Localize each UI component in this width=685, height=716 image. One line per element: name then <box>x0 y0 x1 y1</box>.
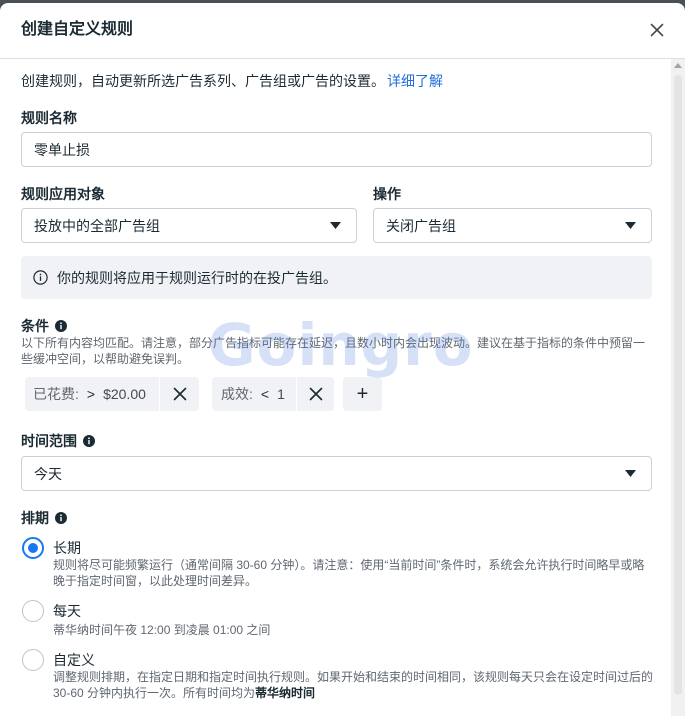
condition-metric: 已花费: <box>33 386 79 402</box>
condition-chip[interactable]: 已花费: > $20.00 <box>25 377 159 411</box>
apply-notice: 你的规则将应用于规则运行时的在投广告组。 <box>21 256 652 299</box>
info-outline-icon <box>33 270 48 285</box>
scrollbar-thumb[interactable] <box>674 75 682 695</box>
conditions-label: 条件 <box>21 317 67 335</box>
learn-more-link[interactable]: 详细了解 <box>387 73 443 89</box>
scroll-up-arrow-icon[interactable] <box>674 63 682 68</box>
schedule-option-daily-description: 蒂华纳时间午夜 12:00 到凌晨 01:00 之间 <box>53 623 271 637</box>
condition-metric: 成效: <box>221 386 253 402</box>
time-range-select[interactable]: 今天 <box>21 456 652 491</box>
schedule-label: 排期 <box>21 509 67 527</box>
info-icon[interactable] <box>55 320 67 332</box>
custom-description-timezone: 蒂华纳时间 <box>255 686 316 700</box>
condition-value: 1 <box>277 386 285 402</box>
intro-description: 创建规则，自动更新所选广告系列、广告组或广告的设置。 <box>21 73 385 89</box>
info-icon[interactable] <box>55 512 67 524</box>
create-rule-dialog: 创建自定义规则 创建规则，自动更新所选广告系列、广告组或广告的设置。 详细了解 规… <box>0 3 685 716</box>
schedule-label-text: 排期 <box>21 510 49 526</box>
action-label: 操作 <box>373 186 401 202</box>
scrollbar[interactable] <box>671 59 685 716</box>
add-condition-button[interactable]: + <box>343 377 382 411</box>
schedule-option-custom-title[interactable]: 自定义 <box>53 651 95 669</box>
rule-name-label: 规则名称 <box>21 110 77 126</box>
close-button[interactable] <box>645 18 669 42</box>
close-icon <box>173 387 186 401</box>
caret-down-icon <box>625 470 636 477</box>
apply-notice-text: 你的规则将应用于规则运行时的在投广告组。 <box>57 269 337 286</box>
remove-condition-button[interactable] <box>160 377 199 411</box>
condition-operator: < <box>260 386 270 402</box>
close-icon <box>309 387 322 401</box>
condition-value: $20.00 <box>103 386 146 402</box>
dialog-header: 创建自定义规则 <box>0 3 685 59</box>
time-range-label: 时间范围 <box>21 432 95 450</box>
rule-name-input[interactable] <box>21 132 652 167</box>
close-icon <box>650 23 664 37</box>
schedule-option-custom-radio[interactable] <box>22 649 44 671</box>
conditions-description: 以下所有内容均匹配。请注意，部分广告指标可能存在延迟，且数小时内会出现波动。建议… <box>21 336 646 366</box>
schedule-option-custom-description: 调整规则排期，在指定日期和指定时间执行规则。如果开始和结束的时间相同，该规则每天… <box>53 669 655 701</box>
action-select[interactable]: 关闭广告组 <box>373 208 652 243</box>
remove-condition-button[interactable] <box>297 377 334 411</box>
condition-chip[interactable]: 成效: < 1 <box>212 377 296 411</box>
schedule-option-daily-radio[interactable] <box>22 600 44 622</box>
conditions-label-text: 条件 <box>21 318 49 334</box>
action-value: 关闭广告组 <box>386 217 456 234</box>
time-range-label-text: 时间范围 <box>21 433 77 449</box>
schedule-option-ongoing-description: 规则将尽可能频繁运行（通常间隔 30-60 分钟）。请注意：使用“当前时间”条件… <box>53 558 645 588</box>
apply-to-select[interactable]: 投放中的全部广告组 <box>21 208 357 243</box>
schedule-option-ongoing-radio[interactable] <box>22 537 44 559</box>
schedule-option-ongoing-title[interactable]: 长期 <box>53 539 81 557</box>
caret-down-icon <box>330 222 341 229</box>
time-range-value: 今天 <box>34 465 62 482</box>
dialog-title: 创建自定义规则 <box>21 21 134 38</box>
schedule-option-daily-title[interactable]: 每天 <box>53 602 81 620</box>
intro-text: 创建规则，自动更新所选广告系列、广告组或广告的设置。 详细了解 <box>21 71 443 91</box>
caret-down-icon <box>625 222 636 229</box>
custom-description-text: 调整规则排期，在指定日期和指定时间执行规则。如果开始和结束的时间相同，该规则每天… <box>53 670 654 700</box>
apply-to-label: 规则应用对象 <box>21 186 105 202</box>
apply-to-value: 投放中的全部广告组 <box>34 217 160 234</box>
condition-operator: > <box>86 386 96 402</box>
info-icon[interactable] <box>83 435 95 447</box>
